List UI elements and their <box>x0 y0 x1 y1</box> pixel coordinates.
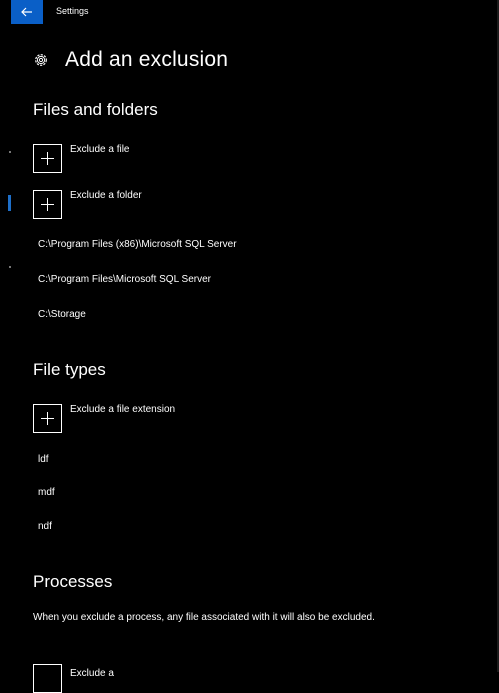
background-window-edge <box>0 0 11 672</box>
underlying-dot <box>9 266 11 268</box>
exclude-file-extension-label: Exclude a file extension <box>70 404 176 415</box>
file-type-item[interactable]: ndf <box>38 521 52 532</box>
section-title-file-types: File types <box>33 360 106 379</box>
file-type-item[interactable]: mdf <box>38 487 55 498</box>
underlying-dot <box>9 151 11 153</box>
plus-icon <box>33 404 62 433</box>
gear-icon <box>35 54 47 66</box>
title-bar: Settings <box>11 0 497 24</box>
processes-description: When you exclude a process, any file ass… <box>33 612 375 623</box>
window-title: Settings <box>56 6 89 16</box>
back-button[interactable] <box>11 0 43 24</box>
underlying-selection-marker <box>8 195 11 211</box>
exclude-file-button[interactable]: Exclude a file <box>33 144 129 173</box>
exclude-file-label: Exclude a file <box>70 144 130 155</box>
exclude-process-label: Exclude a <box>70 668 114 679</box>
back-arrow-icon <box>21 7 32 17</box>
exclude-process-button[interactable]: Exclude a <box>33 664 114 693</box>
section-title-processes: Processes <box>33 572 113 591</box>
exclude-file-extension-button[interactable]: Exclude a file extension <box>33 404 175 433</box>
page-title: Add an exclusion <box>65 48 229 71</box>
file-type-item[interactable]: ldf <box>38 454 49 465</box>
exclusion-item[interactable]: C:\Program Files (x86)\Microsoft SQL Ser… <box>38 239 237 250</box>
section-title-files-and-folders: Files and folders <box>33 100 158 119</box>
plus-icon <box>33 190 62 219</box>
plus-icon <box>33 144 62 173</box>
plus-icon <box>33 664 62 693</box>
exclude-folder-label: Exclude a folder <box>70 190 142 201</box>
exclusion-item[interactable]: C:\Storage <box>38 309 86 320</box>
page-header: Add an exclusion <box>33 48 228 72</box>
exclusion-item[interactable]: C:\Program Files\Microsoft SQL Server <box>38 274 211 285</box>
exclude-folder-button[interactable]: Exclude a folder <box>33 190 142 219</box>
